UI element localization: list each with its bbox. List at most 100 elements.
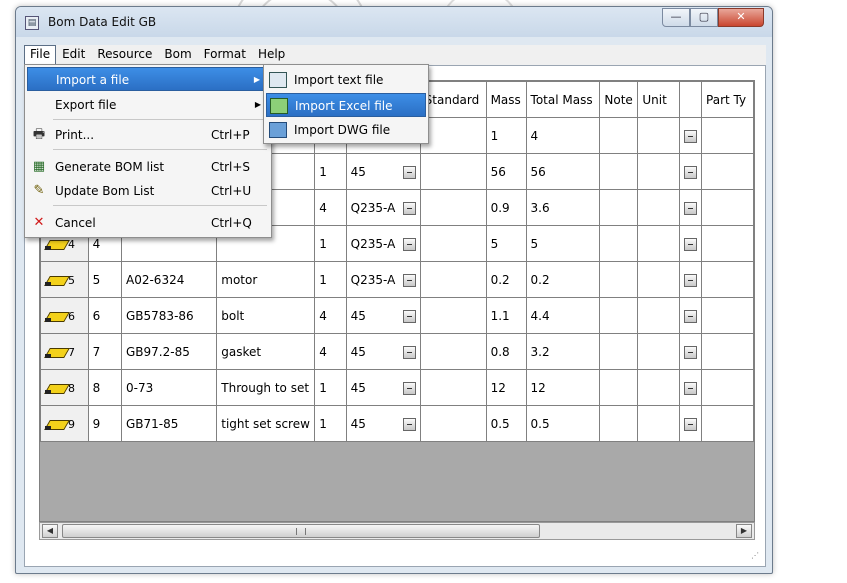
- cell-code[interactable]: GB5783-86: [120, 297, 218, 334]
- cell-button[interactable]: [679, 225, 703, 262]
- cell-mass[interactable]: 1: [485, 117, 527, 154]
- cell-mass[interactable]: 56: [485, 153, 527, 190]
- cell-material[interactable]: 45: [345, 369, 421, 406]
- menu-item-cancel[interactable]: ✕ Cancel Ctrl+Q: [27, 211, 269, 235]
- table-row[interactable]: 6 6 GB5783-86 bolt 4 45 1.1 4.4: [40, 297, 754, 334]
- cell-standard[interactable]: [419, 369, 487, 406]
- cell-note[interactable]: [599, 225, 639, 262]
- cell-note[interactable]: [599, 261, 639, 298]
- row-header[interactable]: 6: [40, 297, 89, 334]
- cell-mass[interactable]: 12: [485, 369, 527, 406]
- cell-part-type[interactable]: [701, 297, 754, 334]
- cell-standard[interactable]: [419, 225, 487, 262]
- cell-name[interactable]: motor: [216, 261, 316, 298]
- cell-material[interactable]: Q235-A: [345, 189, 421, 226]
- menu-edit[interactable]: Edit: [56, 45, 91, 65]
- cell-button[interactable]: [679, 405, 703, 442]
- cell-button[interactable]: [679, 369, 703, 406]
- cell-dropdown-icon[interactable]: [684, 273, 698, 287]
- cell-part-type[interactable]: [701, 117, 754, 154]
- cell-material[interactable]: 45: [345, 333, 421, 370]
- resize-grip-icon[interactable]: ⋰: [751, 552, 761, 562]
- cell-mass[interactable]: 5: [485, 225, 527, 262]
- cell-part-type[interactable]: [701, 369, 754, 406]
- cell-button[interactable]: [679, 153, 703, 190]
- material-dropdown-icon[interactable]: [402, 237, 416, 251]
- cell-dropdown-icon[interactable]: [684, 381, 698, 395]
- cell-button[interactable]: [679, 333, 703, 370]
- cell-standard[interactable]: [419, 153, 487, 190]
- cell-part-type[interactable]: [701, 261, 754, 298]
- col-header-standard[interactable]: Standard: [419, 81, 487, 118]
- cell-code[interactable]: A02-6324: [120, 261, 218, 298]
- cell-name[interactable]: gasket: [216, 333, 316, 370]
- table-row[interactable]: 7 7 GB97.2-85 gasket 4 45 0.8 3.2: [40, 333, 754, 370]
- cell-material[interactable]: 45: [345, 405, 421, 442]
- cell-material[interactable]: 45: [345, 153, 421, 190]
- cell-mass[interactable]: 1.1: [485, 297, 527, 334]
- table-row[interactable]: 9 9 GB71-85 tight set screw 1 45 0.5 0.5: [40, 405, 754, 442]
- cell-unit[interactable]: [637, 405, 681, 442]
- cell-index[interactable]: 7: [87, 333, 123, 370]
- material-dropdown-icon[interactable]: [402, 417, 416, 431]
- cell-note[interactable]: [599, 117, 639, 154]
- cell-standard[interactable]: [419, 189, 487, 226]
- cell-standard[interactable]: [419, 405, 487, 442]
- cell-unit[interactable]: [637, 297, 681, 334]
- cell-note[interactable]: [599, 153, 639, 190]
- cell-unit[interactable]: [637, 369, 681, 406]
- cell-part-type[interactable]: [701, 189, 754, 226]
- table-row[interactable]: 5 5 A02-6324 motor 1 Q235-A 0.2 0.2: [40, 261, 754, 298]
- cell-qty[interactable]: 1: [314, 405, 347, 442]
- cell-button[interactable]: [679, 117, 703, 154]
- cell-total-mass[interactable]: 5: [525, 225, 601, 262]
- cell-dropdown-icon[interactable]: [684, 237, 698, 251]
- menu-item-generate-bom[interactable]: ▦ Generate BOM list Ctrl+S: [27, 155, 269, 179]
- menu-item-print[interactable]: 🖶 Print... Ctrl+P: [27, 123, 269, 147]
- scroll-left-icon[interactable]: ◀: [42, 524, 58, 538]
- menu-item-update-bom[interactable]: ✎ Update Bom List Ctrl+U: [27, 179, 269, 203]
- scroll-thumb[interactable]: [62, 524, 540, 538]
- cell-mass[interactable]: 0.8: [485, 333, 527, 370]
- row-header[interactable]: 7: [40, 333, 89, 370]
- cell-qty[interactable]: 4: [314, 333, 347, 370]
- cell-dropdown-icon[interactable]: [684, 201, 698, 215]
- maximize-icon[interactable]: ▢: [690, 8, 718, 27]
- cell-name[interactable]: bolt: [216, 297, 316, 334]
- cell-index[interactable]: 5: [87, 261, 123, 298]
- cell-mass[interactable]: 0.5: [485, 405, 527, 442]
- cell-part-type[interactable]: [701, 405, 754, 442]
- cell-standard[interactable]: [419, 297, 487, 334]
- cell-name[interactable]: tight set screw: [216, 405, 316, 442]
- close-icon[interactable]: ✕: [718, 8, 764, 27]
- submenu-item-import-text[interactable]: Import text file: [266, 68, 426, 92]
- cell-note[interactable]: [599, 297, 639, 334]
- cell-total-mass[interactable]: 3.2: [525, 333, 601, 370]
- cell-qty[interactable]: 4: [314, 297, 347, 334]
- cell-total-mass[interactable]: 56: [525, 153, 601, 190]
- cell-standard[interactable]: [419, 333, 487, 370]
- menu-bom[interactable]: Bom: [158, 45, 197, 65]
- horizontal-scrollbar[interactable]: ◀ ▶: [39, 522, 755, 540]
- cell-note[interactable]: [599, 405, 639, 442]
- cell-button[interactable]: [679, 261, 703, 298]
- cell-total-mass[interactable]: 4.4: [525, 297, 601, 334]
- cell-material[interactable]: 45: [345, 297, 421, 334]
- table-row[interactable]: 8 8 0-73 Through to set 1 45 12 12: [40, 369, 754, 406]
- cell-unit[interactable]: [637, 189, 681, 226]
- cell-qty[interactable]: 1: [314, 153, 347, 190]
- col-header-unit[interactable]: Unit: [637, 81, 681, 118]
- cell-qty[interactable]: 1: [314, 261, 347, 298]
- cell-part-type[interactable]: [701, 153, 754, 190]
- material-dropdown-icon[interactable]: [402, 381, 416, 395]
- cell-qty[interactable]: 1: [314, 369, 347, 406]
- cell-note[interactable]: [599, 333, 639, 370]
- cell-index[interactable]: 9: [87, 405, 123, 442]
- cell-button[interactable]: [679, 189, 703, 226]
- material-dropdown-icon[interactable]: [402, 165, 416, 179]
- col-header[interactable]: [679, 81, 703, 118]
- cell-unit[interactable]: [637, 225, 681, 262]
- cell-button[interactable]: [679, 297, 703, 334]
- cell-unit[interactable]: [637, 153, 681, 190]
- cell-material[interactable]: Q235-A: [345, 261, 421, 298]
